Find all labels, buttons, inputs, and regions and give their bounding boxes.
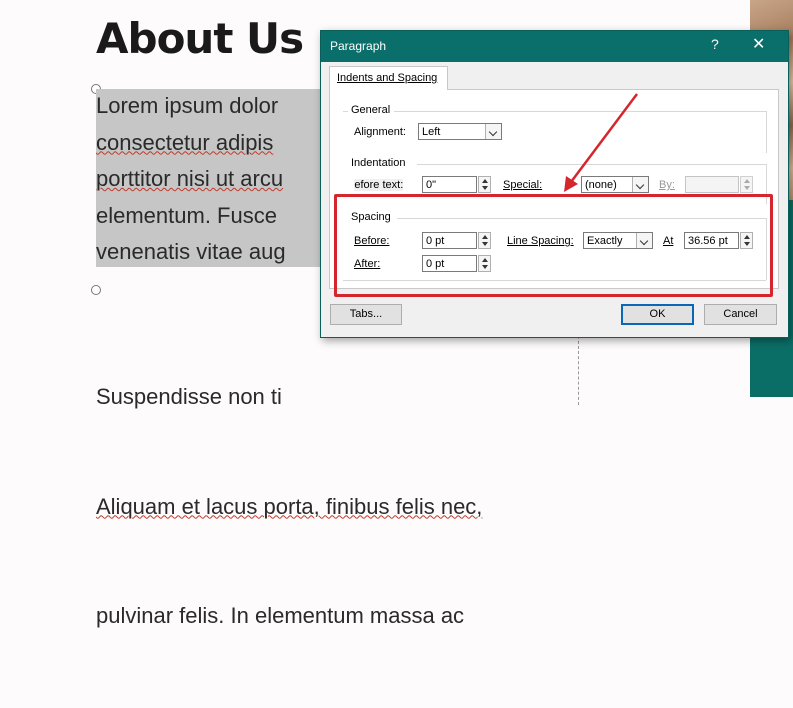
tab-label: Indents and Spacing: [337, 72, 438, 84]
paragraph-2-line-2-text: Aliquam et lacus porta, finibus felis ne…: [96, 493, 483, 519]
paragraph-2-line-3: pulvinar felis. In elementum massa ac: [96, 603, 465, 628]
arrow-head: [564, 176, 578, 192]
tab-indents-and-spacing[interactable]: Indents and Spacing: [329, 66, 448, 90]
arrow-annotation: [564, 93, 638, 192]
arrow-line: [570, 93, 638, 183]
paragraph-2-line-2: Aliquam et lacus porta, finibus felis ne…: [96, 489, 482, 526]
